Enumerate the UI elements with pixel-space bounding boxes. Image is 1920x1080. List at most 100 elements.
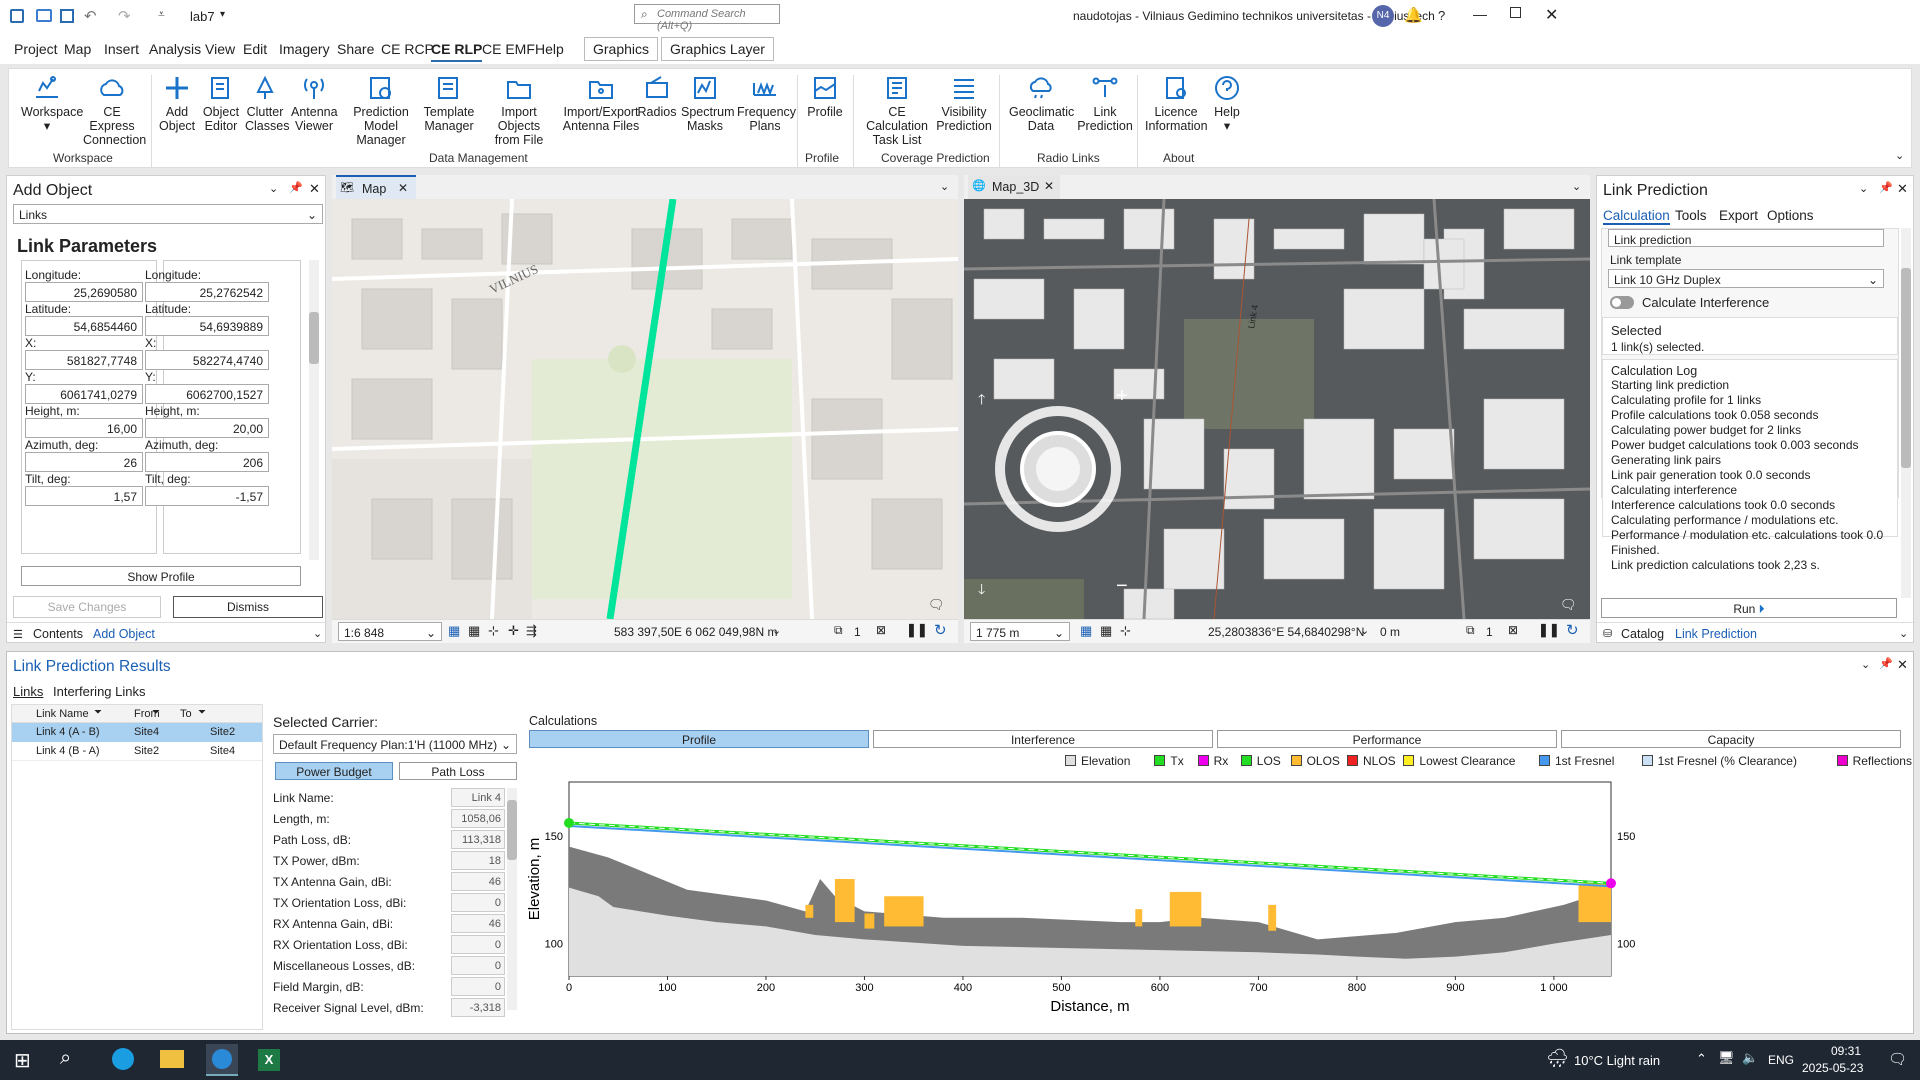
import-objects-button[interactable]: Import Objects from File xyxy=(479,75,559,147)
tab-interfering-links[interactable]: Interfering Links xyxy=(53,684,146,699)
map-scale-select[interactable]: 1:6 848 ⌄ xyxy=(338,622,442,641)
antenna-viewer-button[interactable]: Antenna Viewer xyxy=(291,75,338,133)
interference-toggle[interactable] xyxy=(1610,296,1634,309)
quick-access-dropdown-icon[interactable]: ⩡ xyxy=(158,7,165,22)
template-manager-button[interactable]: Template Manager xyxy=(423,75,475,133)
menu-view[interactable]: View xyxy=(205,41,235,57)
right-x-input[interactable]: 582274,4740 xyxy=(145,350,269,370)
refresh-icon[interactable]: ↻ xyxy=(934,621,947,639)
menu-share[interactable]: Share xyxy=(337,41,374,57)
file-explorer-icon[interactable] xyxy=(160,1050,184,1068)
right-h-input[interactable]: 20,00 xyxy=(145,418,269,438)
table-row[interactable]: Link 4 (A - B) Site4 Site2 xyxy=(12,723,262,742)
windows-start-icon[interactable]: ⊞ xyxy=(14,1048,31,1073)
tab-export[interactable]: Export xyxy=(1719,208,1758,223)
scrollbar[interactable] xyxy=(309,260,319,560)
command-search[interactable]: ⌕ Command Search (Alt+Q) xyxy=(634,4,780,32)
tab-link-prediction[interactable]: Link Prediction xyxy=(1675,627,1757,641)
filter-icon[interactable]: ⏷ xyxy=(94,707,102,718)
pause-icon[interactable]: ❚❚ xyxy=(1538,622,1560,638)
refresh-icon[interactable]: ↻ xyxy=(1566,621,1579,639)
filter-icon[interactable]: ⏷ xyxy=(198,707,206,718)
carrier-select[interactable]: Default Frequency Plan:1'H (11000 MHz) ⌄ xyxy=(273,734,517,754)
right-az-input[interactable]: 206 xyxy=(145,452,269,472)
crosshair-icon[interactable]: ✛ xyxy=(508,623,519,639)
menu-ce-rcp[interactable]: CE RCP xyxy=(381,41,434,57)
power-budget-button[interactable]: Power Budget xyxy=(275,762,393,780)
chevron-down-icon[interactable]: ⌄ xyxy=(940,180,949,193)
arrow-down-icon[interactable]: 🡓 xyxy=(978,579,985,603)
left-h-input[interactable]: 16,00 xyxy=(25,418,143,438)
left-tilt-input[interactable]: 1,57 xyxy=(25,486,143,506)
chevron-down-icon[interactable]: ⌄ xyxy=(1360,624,1369,637)
dismiss-button[interactable]: Dismiss xyxy=(173,596,323,618)
excel-icon[interactable]: X xyxy=(258,1049,280,1071)
menu-map[interactable]: Map xyxy=(64,41,91,57)
right-lat-input[interactable]: 54,6939889 xyxy=(145,316,269,336)
clock-date[interactable]: 2025-05-23 xyxy=(1802,1061,1863,1075)
panel-menu-icon[interactable]: ⌄ xyxy=(1859,182,1868,195)
tab-contents[interactable]: Contents xyxy=(33,627,83,641)
left-y-input[interactable]: 6061741,0279 xyxy=(25,384,143,404)
selection-icon[interactable]: ⧉ xyxy=(834,623,843,638)
tab-map[interactable]: 🗺 Map ✕ xyxy=(336,175,416,199)
tab-add-object[interactable]: Add Object xyxy=(93,627,155,641)
legend-item[interactable]: OLOS xyxy=(1290,754,1340,768)
tab-profile[interactable]: Profile xyxy=(529,730,869,748)
panel-menu-icon[interactable]: ⌄ xyxy=(1861,658,1870,671)
licence-information-button[interactable]: Licence Information xyxy=(1145,75,1208,133)
close-icon[interactable]: ✕ xyxy=(398,181,408,195)
collapse-ribbon-icon[interactable]: ⌄ xyxy=(1895,149,1904,162)
profile-chart[interactable]: 0 100 200 300 400 500 600 700 800 900 1 000 100 100 1… xyxy=(525,776,1909,1030)
legend-item[interactable]: Reflections xyxy=(1836,754,1912,768)
left-x-input[interactable]: 581827,7748 xyxy=(25,350,143,370)
right-tilt-input[interactable]: -1,57 xyxy=(145,486,269,506)
left-lat-input[interactable]: 54,6854460 xyxy=(25,316,143,336)
pin-icon[interactable]: 📌 xyxy=(1879,657,1893,670)
chevron-down-icon[interactable]: ⌄ xyxy=(1572,180,1581,193)
snapping-icon[interactable]: ⊹ xyxy=(488,623,499,639)
tab-catalog[interactable]: Catalog xyxy=(1621,627,1664,641)
left-az-input[interactable]: 26 xyxy=(25,452,143,472)
prediction-model-manager-button[interactable]: Prediction Model Manager xyxy=(343,75,419,147)
tab-capacity[interactable]: Capacity xyxy=(1561,730,1901,748)
table-icon[interactable]: ▦ xyxy=(1100,623,1112,639)
menu-ce-rlp[interactable]: CE RLP xyxy=(431,41,483,62)
tab-map-3d[interactable]: 🌐 Map_3D ✕ xyxy=(968,175,1060,199)
scroll-thumb[interactable] xyxy=(1901,268,1911,468)
clutter-classes-button[interactable]: Clutter Classes xyxy=(245,75,289,133)
close-icon[interactable]: ✕ xyxy=(309,181,320,197)
frequency-plans-button[interactable]: Frequency Plans xyxy=(737,75,796,133)
geoclimatic-data-button[interactable]: Geoclimatic Data xyxy=(1009,75,1074,133)
profile-button[interactable]: Profile xyxy=(805,75,845,119)
map-canvas[interactable]: VILNIUS xyxy=(332,199,958,619)
spectrum-masks-button[interactable]: Spectrum Masks xyxy=(681,75,735,133)
tab-calculation[interactable]: Calculation xyxy=(1603,208,1670,225)
visibility-prediction-button[interactable]: Visibility Prediction xyxy=(935,75,993,133)
close-icon[interactable]: ✕ xyxy=(1897,657,1908,673)
menu-project[interactable]: Project xyxy=(14,41,58,57)
menu-graphics[interactable]: Graphics xyxy=(584,37,659,61)
arcgis-pro-icon[interactable] xyxy=(206,1044,238,1076)
add-object-button[interactable]: Add Object xyxy=(159,75,195,133)
legend-item[interactable]: Elevation xyxy=(1065,754,1130,768)
clear-selection-icon[interactable]: ⊠ xyxy=(1508,623,1518,637)
path-loss-button[interactable]: Path Loss xyxy=(399,762,517,780)
run-button[interactable]: Run ⏵ xyxy=(1601,598,1897,618)
legend-item[interactable]: NLOS xyxy=(1347,754,1396,768)
clock-time[interactable]: 09:31 xyxy=(1814,1044,1878,1058)
table-row[interactable]: Link 4 (B - A) Site2 Site4 xyxy=(12,742,262,761)
close-icon[interactable]: ✕ xyxy=(1897,181,1908,197)
legend-item[interactable]: 1st Fresnel (% Clearance) xyxy=(1641,754,1797,768)
menu-edit[interactable]: Edit xyxy=(243,41,267,57)
ce-calculation-task-list-button[interactable]: CE Calculation Task List xyxy=(861,75,933,147)
restore-icon[interactable] xyxy=(1510,7,1521,18)
left-lon-input[interactable]: 25,2690580 xyxy=(25,282,143,302)
clear-selection-icon[interactable]: ⊠ xyxy=(876,623,886,637)
save-icon[interactable] xyxy=(60,9,74,23)
network-icon[interactable]: 🖥 xyxy=(1718,1050,1735,1066)
menu-ce-emf[interactable]: CE EMF xyxy=(482,41,535,57)
close-icon[interactable]: ✕ xyxy=(1545,5,1558,25)
object-type-select[interactable]: Links ⌄ xyxy=(13,204,323,224)
import-export-antenna-button[interactable]: Import/Export Antenna Files xyxy=(561,75,641,133)
